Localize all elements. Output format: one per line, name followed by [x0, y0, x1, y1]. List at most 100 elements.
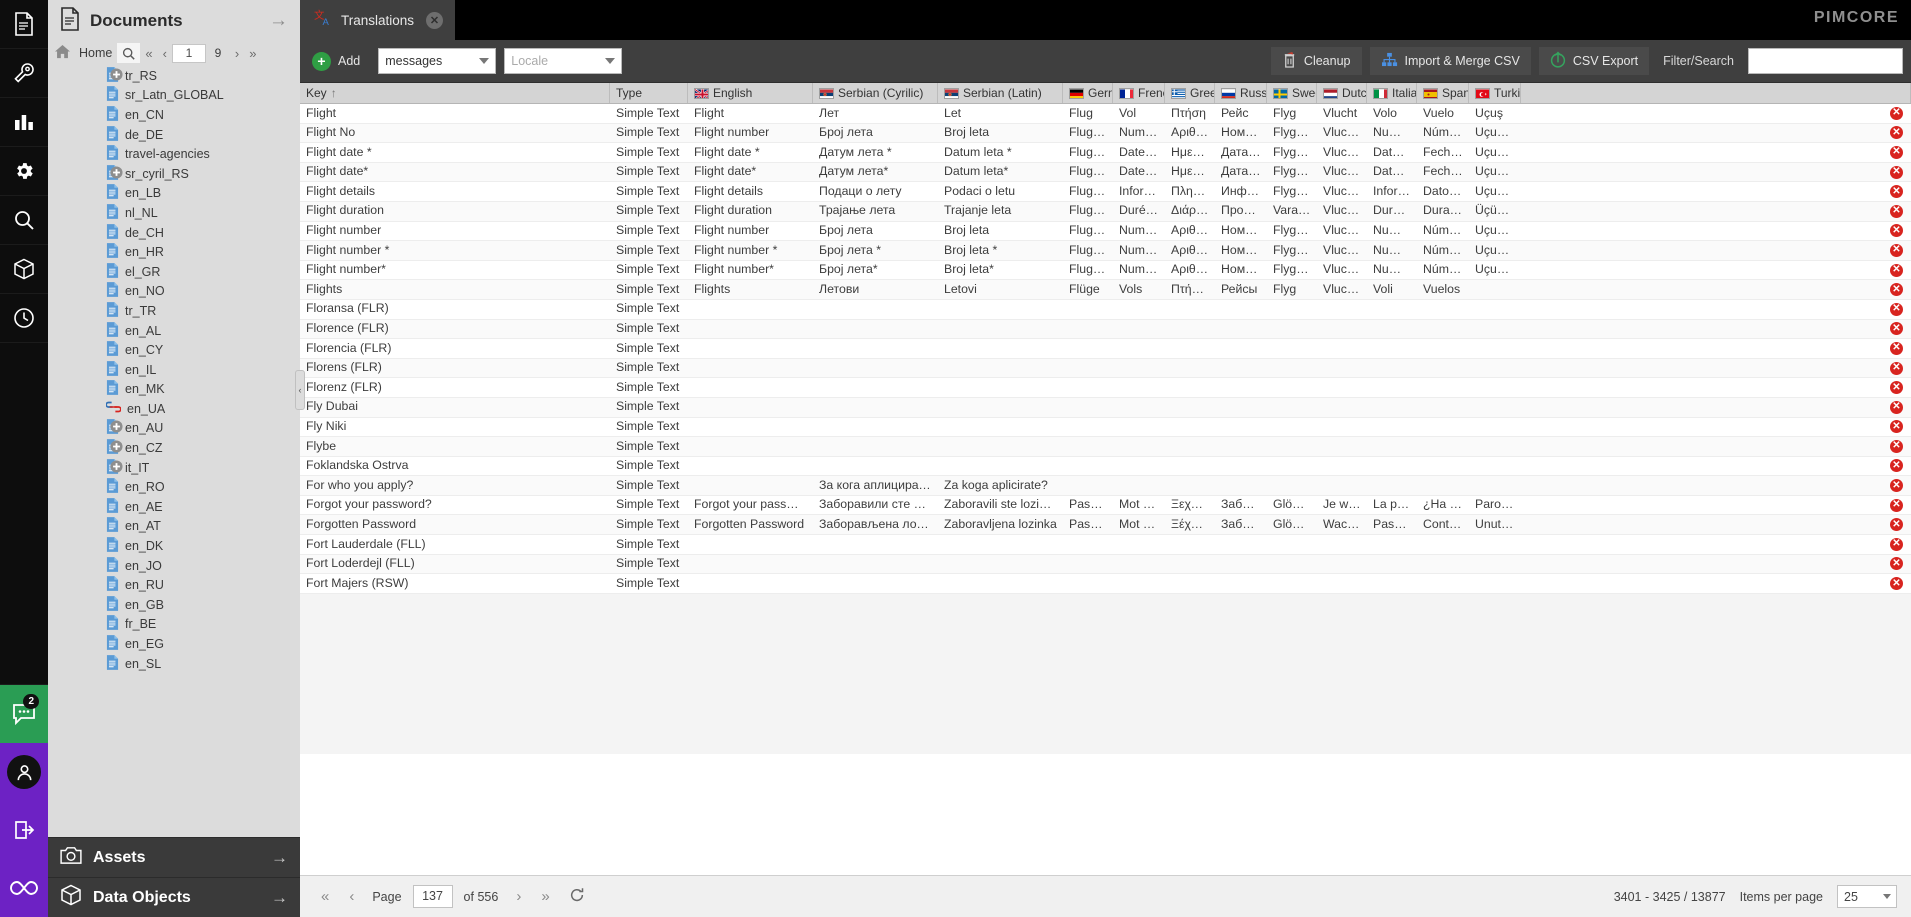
delete-row-icon[interactable]: ✕ [1890, 537, 1903, 551]
cell-type[interactable]: Simple Text [610, 437, 688, 457]
cell-de[interactable]: Pass… [1063, 495, 1113, 515]
delete-row-icon[interactable]: ✕ [1890, 204, 1903, 218]
cell-es[interactable]: Núm… [1417, 241, 1469, 261]
expand-icon[interactable] [110, 166, 123, 182]
cell-de[interactable] [1063, 299, 1113, 319]
cell-key[interactable]: Florenz (FLR) [300, 378, 610, 398]
cell-en[interactable] [688, 417, 813, 437]
cell-sv[interactable]: Flyg… [1267, 221, 1317, 241]
cell-key[interactable]: Florencia (FLR) [300, 339, 610, 359]
cell-type[interactable]: Simple Text [610, 339, 688, 359]
cell-key[interactable]: Foklandska Ostrva [300, 456, 610, 476]
cell-sv[interactable]: Flyg… [1267, 241, 1317, 261]
cell-nl[interactable]: Vluc… [1317, 143, 1367, 163]
cell-sr_lat[interactable]: Podaci o letu [938, 182, 1063, 202]
table-row[interactable]: Fly Dubai Simple Text ✕ [300, 397, 1911, 418]
cell-ru[interactable] [1215, 378, 1267, 398]
tree-search-icon[interactable] [117, 43, 141, 63]
cell-de[interactable]: Flüge [1063, 280, 1113, 300]
cell-key[interactable]: Fort Lauderdale (FLL) [300, 535, 610, 555]
table-row[interactable]: Forgot your password? Simple Text Forgot y… [300, 496, 1911, 516]
cell-en[interactable]: Flight [688, 104, 813, 123]
cell-nl[interactable] [1317, 378, 1367, 398]
cell-sr_cyr[interactable]: Лет [813, 104, 938, 123]
tree-node[interactable]: en_JO [48, 556, 300, 576]
table-row[interactable]: Flight No Simple Text Flight number Број ле… [300, 123, 1911, 144]
cell-en[interactable]: Flight duration [688, 201, 813, 221]
tree-prev-page-button[interactable]: ‹ [158, 43, 172, 63]
cell-sv[interactable]: Flyg… [1267, 123, 1317, 143]
cell-en[interactable] [688, 339, 813, 359]
table-row[interactable]: Flybe Simple Text ✕ [300, 437, 1911, 457]
cell-it[interactable]: Num… [1367, 241, 1417, 261]
grid-header-italian[interactable]: Italian [1367, 83, 1417, 103]
cell-it[interactable] [1367, 535, 1417, 555]
table-row[interactable]: Fly Niki Simple Text ✕ [300, 418, 1911, 438]
delete-row-icon[interactable]: ✕ [1890, 361, 1903, 375]
cell-el[interactable] [1165, 437, 1215, 457]
table-row[interactable]: Flight date * Simple Text Flight date * Дат… [300, 143, 1911, 163]
cell-sr_cyr[interactable]: Заборављена лозинка [813, 515, 938, 535]
cell-sr_lat[interactable]: Datum leta * [938, 143, 1063, 163]
cell-fr[interactable]: Vol [1113, 104, 1165, 123]
cell-ru[interactable]: Ном… [1215, 260, 1267, 280]
cell-key[interactable]: Flight number [300, 221, 610, 241]
cell-nl[interactable] [1317, 476, 1367, 496]
rail-item-logout[interactable] [0, 801, 48, 859]
cell-el[interactable]: Αριθ… [1165, 241, 1215, 261]
cell-de[interactable] [1063, 574, 1113, 594]
cell-tr[interactable] [1469, 358, 1521, 378]
cell-es[interactable]: Cont… [1417, 515, 1469, 535]
locale-select[interactable]: Locale [504, 48, 623, 74]
expand-icon[interactable] [110, 440, 123, 456]
cell-sv[interactable] [1267, 456, 1317, 476]
cell-type[interactable]: Simple Text [610, 554, 688, 574]
cell-ru[interactable] [1215, 554, 1267, 574]
cell-sv[interactable]: Glö… [1267, 495, 1317, 515]
tree-node[interactable]: tr_TR [48, 301, 300, 321]
delete-row-icon[interactable]: ✕ [1890, 283, 1903, 297]
cell-sr_lat[interactable]: Zaboravili ste lozink… [938, 495, 1063, 515]
cell-sr_lat[interactable] [938, 397, 1063, 417]
pager-next-button[interactable]: › [509, 888, 528, 905]
cell-sr_cyr[interactable] [813, 535, 938, 555]
cell-type[interactable]: Simple Text [610, 221, 688, 241]
cell-de[interactable] [1063, 535, 1113, 555]
cell-sr_cyr[interactable] [813, 417, 938, 437]
cell-sv[interactable] [1267, 535, 1317, 555]
cell-de[interactable] [1063, 339, 1113, 359]
cell-el[interactable] [1165, 574, 1215, 594]
cell-tr[interactable] [1469, 417, 1521, 437]
pager-prev-button[interactable]: ‹ [342, 888, 361, 905]
cell-sr_lat[interactable] [938, 554, 1063, 574]
cell-ru[interactable]: Ном… [1215, 123, 1267, 143]
cell-it[interactable] [1367, 358, 1417, 378]
cell-tr[interactable] [1469, 319, 1521, 339]
cell-key[interactable]: Flight number * [300, 241, 610, 261]
cell-sr_cyr[interactable] [813, 319, 938, 339]
cell-sv[interactable]: Flyg [1267, 280, 1317, 300]
cell-type[interactable]: Simple Text [610, 299, 688, 319]
cell-ru[interactable] [1215, 358, 1267, 378]
cell-el[interactable] [1165, 456, 1215, 476]
cell-type[interactable]: Simple Text [610, 515, 688, 535]
grid-header-russian[interactable]: Russian [1215, 83, 1267, 103]
cell-sr_lat[interactable] [938, 299, 1063, 319]
cell-key[interactable]: Flybe [300, 437, 610, 457]
tree-node[interactable]: en_SL [48, 654, 300, 674]
cell-sr_cyr[interactable] [813, 574, 938, 594]
cell-fr[interactable]: Num… [1113, 221, 1165, 241]
cell-type[interactable]: Simple Text [610, 319, 688, 339]
cell-fr[interactable]: Duré… [1113, 201, 1165, 221]
cell-tr[interactable] [1469, 456, 1521, 476]
cell-tr[interactable]: Uçuş… [1469, 123, 1521, 143]
cell-de[interactable]: Flug… [1063, 260, 1113, 280]
rail-item-infinity[interactable] [0, 859, 48, 917]
cell-tr[interactable]: Uçuş… [1469, 143, 1521, 163]
table-row[interactable]: Florens (FLR) Simple Text ✕ [300, 358, 1911, 379]
cell-key[interactable]: Flight duration [300, 201, 610, 221]
cell-tr[interactable]: Uçuş… [1469, 260, 1521, 280]
cell-fr[interactable]: Num… [1113, 260, 1165, 280]
cell-el[interactable] [1165, 554, 1215, 574]
delete-row-icon[interactable]: ✕ [1890, 341, 1903, 355]
